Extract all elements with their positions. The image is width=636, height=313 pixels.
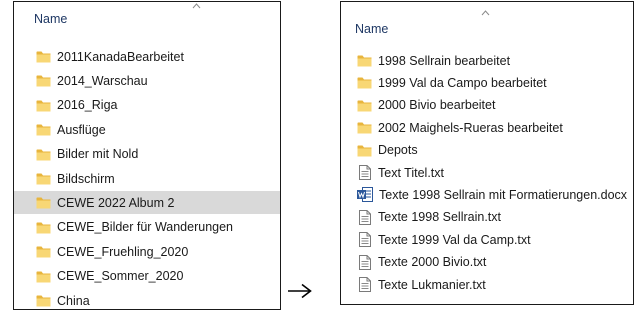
file-list-item[interactable]: China xyxy=(14,289,280,309)
file-name-label: Texte Lukmanier.txt xyxy=(378,277,486,292)
file-list-item[interactable]: 1999 Val da Campo bearbeitet xyxy=(341,71,633,94)
file-list-item[interactable]: 2000 Bivio bearbeitet xyxy=(341,94,633,117)
file-list-item[interactable]: 1998 Sellrain bearbeitet xyxy=(341,49,633,72)
folder-icon xyxy=(36,51,51,63)
file-list-item[interactable]: Texte 1998 Sellrain mit Formatierungen.d… xyxy=(341,183,633,206)
file-name-label: 2002 Maighels-Rueras bearbeitet xyxy=(378,120,563,135)
name-column-header[interactable]: Name xyxy=(34,12,67,26)
file-list-item[interactable]: Ausflüge xyxy=(14,118,280,141)
file-name-label: 2014_Warschau xyxy=(57,73,148,88)
file-list-item[interactable]: Text Titel.txt xyxy=(341,161,633,184)
name-column-header[interactable]: Name xyxy=(355,22,388,36)
folder-icon xyxy=(357,100,372,112)
file-name-label: 2016_Riga xyxy=(57,98,118,113)
file-list-item[interactable]: Bildschirm xyxy=(14,167,280,190)
folder-icon xyxy=(357,145,372,157)
file-name-label: Depots xyxy=(378,143,418,158)
folder-icon xyxy=(357,122,372,134)
file-name-label: 1998 Sellrain bearbeitet xyxy=(378,53,511,68)
file-name-label: Bildschirm xyxy=(57,171,115,186)
file-list-item[interactable]: CEWE_Fruehling_2020 xyxy=(14,240,280,263)
file-name-label: Bilder mit Nold xyxy=(57,147,139,162)
folder-icon xyxy=(36,124,51,136)
folder-icon xyxy=(357,77,372,89)
file-list-item[interactable]: 2014_Warschau xyxy=(14,69,280,92)
text-file-icon xyxy=(359,254,371,270)
folder-icon xyxy=(36,149,51,161)
folder-icon xyxy=(36,173,51,185)
folder-icon xyxy=(36,197,51,209)
file-list-item[interactable]: 2016_Riga xyxy=(14,94,280,117)
folder-icon xyxy=(36,246,51,258)
sort-up-icon[interactable] xyxy=(192,2,201,11)
file-list-item[interactable]: CEWE 2022 Album 2 xyxy=(14,191,280,215)
folder-icon xyxy=(36,222,51,234)
file-name-label: CEWE_Fruehling_2020 xyxy=(57,244,189,259)
file-name-label: CEWE_Bilder für Wanderungen xyxy=(57,220,234,235)
file-name-label: CEWE_Sommer_2020 xyxy=(57,269,184,284)
file-name-label: Texte 2000 Bivio.txt xyxy=(378,255,487,270)
text-file-icon xyxy=(359,209,371,225)
text-file-icon xyxy=(359,165,371,180)
file-name-label: Texte 1998 Sellrain mit Formatierungen.d… xyxy=(379,187,628,202)
word-document-icon xyxy=(357,187,373,203)
folder-icon xyxy=(36,100,51,112)
file-list-item[interactable]: Texte 1999 Val da Camp.txt xyxy=(341,228,633,251)
file-list-item[interactable]: Texte 1998 Sellrain.txt xyxy=(341,206,633,229)
file-name-label: China xyxy=(57,293,90,308)
file-name-label: Texte 1999 Val da Camp.txt xyxy=(378,232,531,247)
file-list-item[interactable]: CEWE_Bilder für Wanderungen xyxy=(14,216,280,239)
file-name-label: 2011KanadaBearbeitet xyxy=(57,49,184,64)
file-name-label: Texte 1998 Sellrain.txt xyxy=(378,210,501,225)
file-list-item[interactable]: 2011KanadaBearbeitet xyxy=(14,45,280,68)
folder-icon xyxy=(36,295,51,307)
file-name-label: 1999 Val da Campo bearbeitet xyxy=(378,75,547,90)
left-file-list-panel: Name 2011KanadaBearbeitet 2014_Warschau 20… xyxy=(13,1,281,310)
file-list-item[interactable]: Texte Lukmanier.txt xyxy=(341,273,633,296)
file-list-item[interactable]: 2002 Maighels-Rueras bearbeitet xyxy=(341,116,633,139)
folder-icon xyxy=(357,55,372,67)
file-name-label: CEWE 2022 Album 2 xyxy=(57,195,175,210)
file-list-item[interactable]: Depots xyxy=(341,139,633,162)
folder-icon xyxy=(36,75,51,87)
file-name-label: 2000 Bivio bearbeitet xyxy=(378,98,496,113)
file-list-item[interactable]: Bilder mit Nold xyxy=(14,143,280,166)
folder-icon xyxy=(36,271,51,283)
right-arrow-icon xyxy=(288,283,312,299)
right-file-list-panel: Name 1998 Sellrain bearbeitet 1999 Val da… xyxy=(340,1,634,305)
sort-up-icon[interactable] xyxy=(481,9,490,18)
file-name-label: Text Titel.txt xyxy=(378,165,444,180)
text-file-icon xyxy=(359,277,371,292)
file-list-item[interactable]: CEWE_Sommer_2020 xyxy=(14,265,280,288)
text-file-icon xyxy=(359,232,371,248)
file-name-label: Ausflüge xyxy=(57,122,106,137)
file-list-item[interactable]: Texte 2000 Bivio.txt xyxy=(341,251,633,274)
